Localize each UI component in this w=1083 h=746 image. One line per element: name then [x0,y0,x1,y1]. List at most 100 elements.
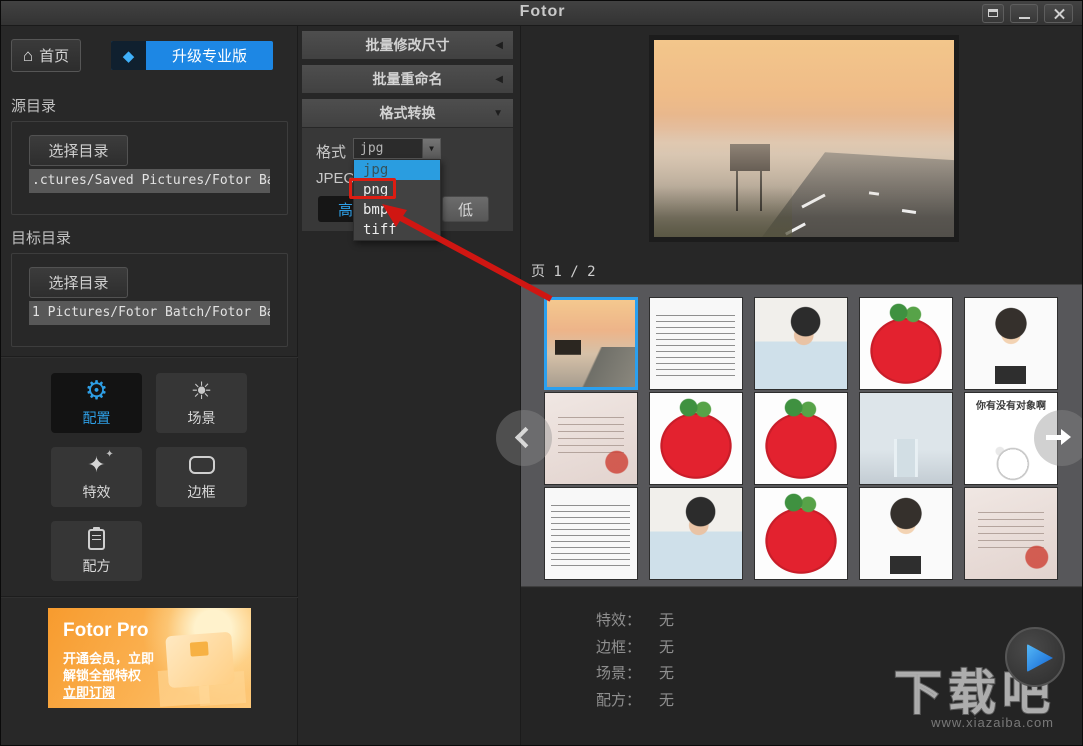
format-option-bmp[interactable]: bmp [354,200,440,220]
thumbnail-doc[interactable] [649,297,743,390]
quality-low-button[interactable]: 低 [442,196,489,222]
thumbnail-straw[interactable] [754,487,848,580]
straw-image [755,488,847,579]
next-page-button[interactable] [1034,410,1083,466]
girl-image [965,298,1057,389]
expanded-arrow-icon: ▼ [493,108,503,119]
divider [1,596,298,598]
divider [1,356,298,358]
panel-format-convert[interactable]: 格式转换 ▼ [302,99,513,127]
source-dir-box: 选择目录 .ctures/Saved Pictures/Fotor Batch [11,121,288,215]
thumbnail-cert[interactable] [544,392,638,485]
home-button[interactable]: ⌂ 首页 [11,39,81,72]
chevron-down-icon: ▼ [429,139,434,158]
doc-image [545,488,637,579]
dropdown-arrow-button[interactable]: ▼ [422,139,440,158]
target-dir-box: 选择目录 1 Pictures/Fotor Batch/Fotor Batch [11,253,288,347]
thumbnail-road[interactable] [544,297,638,390]
close-button[interactable] [1044,4,1073,23]
upgrade-pro-button[interactable]: ◆ 升级专业版 [111,41,273,70]
straw-image [860,298,952,389]
collapsed-arrow-icon: ◀ [495,40,503,51]
restore-button[interactable] [982,4,1004,23]
banner-title: Fotor Pro [63,620,149,642]
thumbnail-girl[interactable] [859,487,953,580]
preview-image-foggy-road [654,40,954,237]
thumbnail-doc[interactable] [544,487,638,580]
man-image [650,488,742,579]
straw-image [755,393,847,484]
start-batch-button[interactable] [1005,627,1065,687]
format-select[interactable]: jpg ▼ [353,138,441,159]
tool-border-label: 边框 [188,482,216,502]
minimize-icon [1019,17,1030,19]
panel-batch-resize[interactable]: 批量修改尺寸 ◀ [302,31,513,59]
annotation-box [349,178,396,199]
source-dir-path: .ctures/Saved Pictures/Fotor Batch [29,169,270,193]
format-option-jpg[interactable]: jpg [354,160,440,180]
tool-effects-label: 特效 [83,482,111,502]
prev-page-button[interactable] [496,410,552,466]
thumbnail-bottle[interactable] [859,392,953,485]
cert-image [965,488,1057,579]
page-indicator: 页 1 / 2 [531,261,596,281]
fotor-pro-banner[interactable]: Fotor Pro 开通会员，立即 解锁全部特权 立即订阅 [48,608,251,708]
format-label: 格式 [316,141,346,162]
chevron-left-icon [515,427,536,448]
sun-icon: ☀ [191,378,213,404]
preview-frame [649,35,959,242]
gear-icon: ⚙ [85,378,108,404]
format-selected-value: jpg [360,141,383,156]
man-image [755,298,847,389]
subscribe-link[interactable]: 立即订阅 [63,682,115,701]
thumbnail-girl[interactable] [964,297,1058,390]
bottle-image [860,393,952,484]
left-panel: ⌂ 首页 ◆ 升级专业版 源目录 选择目录 .ctures/Saved Pict… [1,26,298,746]
cert-image [545,393,637,484]
thumbnail-straw[interactable] [754,392,848,485]
tool-scene-label: 场景 [188,408,216,428]
thumbnail-caption: 你有没有对象啊 [965,397,1057,412]
panel-batch-rename[interactable]: 批量重命名 ◀ [302,65,513,93]
thumbnail-panel: 你有没有对象啊 [521,284,1083,587]
format-dropdown: jpg png bmp tiff [353,159,441,241]
thumbnail-grid: 你有没有对象啊 [544,297,1058,580]
format-option-tiff[interactable]: tiff [354,220,440,240]
target-dir-path: 1 Pictures/Fotor Batch/Fotor Batch [29,301,270,325]
frame-icon [189,456,215,474]
tool-effects-button[interactable]: ✦ 特效 [51,447,142,507]
tool-recipe-button[interactable]: 配方 [51,521,142,581]
road-image [547,300,635,387]
home-icon: ⌂ [23,46,33,66]
status-border: 边框：无 [566,636,674,657]
tool-border-button[interactable]: 边框 [156,447,247,507]
status-scene: 场景：无 [566,662,674,683]
thumbnail-cert[interactable] [964,487,1058,580]
collapsed-arrow-icon: ◀ [495,74,503,85]
upgrade-label: 升级专业版 [146,45,273,66]
home-label: 首页 [39,45,69,66]
target-dir-label: 目标目录 [11,227,71,248]
sparkles-icon: ✦ [87,453,105,478]
minimize-button[interactable] [1010,4,1038,23]
status-area: 特效：无 边框：无 场景：无 配方：无 [521,588,1083,746]
choose-source-dir-button[interactable]: 选择目录 [29,135,128,166]
thumbnail-straw[interactable] [859,297,953,390]
tool-config-button[interactable]: ⚙ 配置 [51,373,142,433]
choose-target-dir-button[interactable]: 选择目录 [29,267,128,298]
thumbnail-man[interactable] [649,487,743,580]
restore-icon [988,9,998,17]
tool-recipe-label: 配方 [83,556,111,576]
diamond-icon: ◆ [123,47,135,65]
thumbnail-straw[interactable] [649,392,743,485]
play-icon [1027,644,1053,672]
thumbnail-man[interactable] [754,297,848,390]
doc-image [650,298,742,389]
status-effects: 特效：无 [566,609,674,630]
tool-scene-button[interactable]: ☀ 场景 [156,373,247,433]
girl-image [860,488,952,579]
titlebar: Fotor [1,1,1083,26]
source-dir-label: 源目录 [11,95,56,116]
tool-config-label: 配置 [83,408,111,428]
arrow-right-icon [1046,435,1062,440]
